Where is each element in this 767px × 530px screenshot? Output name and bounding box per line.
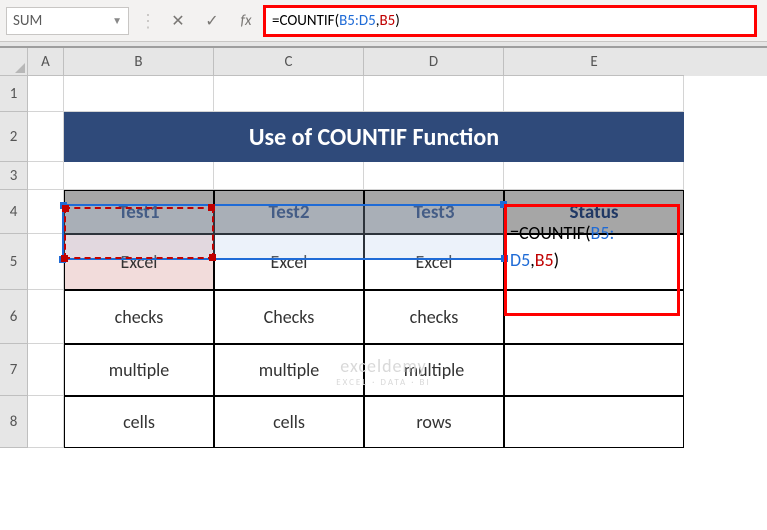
row-header-8[interactable]: 8 — [0, 396, 28, 448]
fx-icon: fx — [240, 12, 251, 30]
row-header-7[interactable]: 7 — [0, 344, 28, 396]
divider: ⋮ — [135, 10, 161, 32]
cell-B8[interactable]: cells — [64, 396, 214, 448]
col-header-B[interactable]: B — [64, 48, 214, 76]
cell-C3[interactable] — [214, 162, 364, 190]
header-test3[interactable]: Test3 — [364, 190, 504, 234]
cell-E8[interactable] — [504, 396, 684, 448]
row-1: 1 — [0, 76, 767, 112]
cell-B1[interactable] — [64, 76, 214, 112]
cell-B7[interactable]: multiple — [64, 344, 214, 396]
select-all-corner[interactable] — [0, 48, 28, 76]
cell-C1[interactable] — [214, 76, 364, 112]
cell-A7[interactable] — [28, 344, 64, 396]
fx-button[interactable]: fx — [229, 7, 263, 35]
header-status[interactable]: Status — [504, 190, 684, 234]
cell-A4[interactable] — [28, 190, 64, 234]
cell-B6[interactable]: checks — [64, 290, 214, 344]
row-header-1[interactable]: 1 — [0, 76, 28, 112]
cell-D1[interactable] — [364, 76, 504, 112]
col-header-A[interactable]: A — [28, 48, 64, 76]
row-4: 4 Test1 Test2 Test3 Status — [0, 190, 767, 234]
name-box-value: SUM — [13, 12, 42, 30]
column-headers: A B C D E — [0, 48, 767, 76]
row-header-3[interactable]: 3 — [0, 162, 28, 190]
cell-B3[interactable] — [64, 162, 214, 190]
cell-E6[interactable] — [504, 290, 684, 344]
formula-fn: COUNTIF — [279, 12, 334, 30]
formula-close: ) — [395, 12, 400, 30]
spreadsheet-grid: A B C D E 1 2 Use of COUNTIF Function 3 … — [0, 48, 767, 448]
row-7: 7 multiple multiple multiple — [0, 344, 767, 396]
cancel-icon: ✕ — [171, 11, 184, 31]
formula-criteria: B5 — [380, 12, 396, 30]
cell-E1[interactable] — [504, 76, 684, 112]
cell-C6[interactable]: Checks — [214, 290, 364, 344]
formula-range: B5:D5 — [339, 12, 376, 30]
name-box[interactable]: SUM ▼ — [6, 7, 129, 35]
cell-C8[interactable]: cells — [214, 396, 364, 448]
cell-A8[interactable] — [28, 396, 64, 448]
cell-C7[interactable]: multiple — [214, 344, 364, 396]
cell-A2[interactable] — [28, 112, 64, 162]
row-header-6[interactable]: 6 — [0, 290, 28, 344]
cell-E7[interactable] — [504, 344, 684, 396]
row-8: 8 cells cells rows — [0, 396, 767, 448]
row-6: 6 checks Checks checks — [0, 290, 767, 344]
cell-E3[interactable] — [504, 162, 684, 190]
formula-eq: = — [272, 12, 279, 30]
row-2: 2 Use of COUNTIF Function — [0, 112, 767, 162]
cell-B5[interactable]: Excel — [64, 234, 214, 290]
col-header-D[interactable]: D — [364, 48, 504, 76]
formula-input[interactable]: =COUNTIF(B5:D5,B5) — [263, 5, 757, 37]
row-3: 3 — [0, 162, 767, 190]
enter-button[interactable]: ✓ — [195, 7, 229, 35]
formula-bar: SUM ▼ ⋮ ✕ ✓ fx =COUNTIF(B5:D5,B5) — [0, 0, 767, 42]
col-header-E[interactable]: E — [504, 48, 684, 76]
header-test1[interactable]: Test1 — [64, 190, 214, 234]
row-header-4[interactable]: 4 — [0, 190, 28, 234]
cell-E5[interactable] — [504, 234, 684, 290]
cell-A1[interactable] — [28, 76, 64, 112]
check-icon: ✓ — [205, 11, 218, 31]
cell-C5[interactable]: Excel — [214, 234, 364, 290]
title-cell[interactable]: Use of COUNTIF Function — [64, 112, 684, 162]
row-5: 5 Excel Excel Excel — [0, 234, 767, 290]
cell-A6[interactable] — [28, 290, 64, 344]
cell-D3[interactable] — [364, 162, 504, 190]
cell-A5[interactable] — [28, 234, 64, 290]
col-header-C[interactable]: C — [214, 48, 364, 76]
cell-D7[interactable]: multiple — [364, 344, 504, 396]
cell-A3[interactable] — [28, 162, 64, 190]
cancel-button[interactable]: ✕ — [161, 7, 195, 35]
cell-D5[interactable]: Excel — [364, 234, 504, 290]
header-test2[interactable]: Test2 — [214, 190, 364, 234]
row-header-2[interactable]: 2 — [0, 112, 28, 162]
row-header-5[interactable]: 5 — [0, 234, 28, 290]
cell-D8[interactable]: rows — [364, 396, 504, 448]
dropdown-icon[interactable]: ▼ — [112, 14, 122, 27]
cell-D6[interactable]: checks — [364, 290, 504, 344]
